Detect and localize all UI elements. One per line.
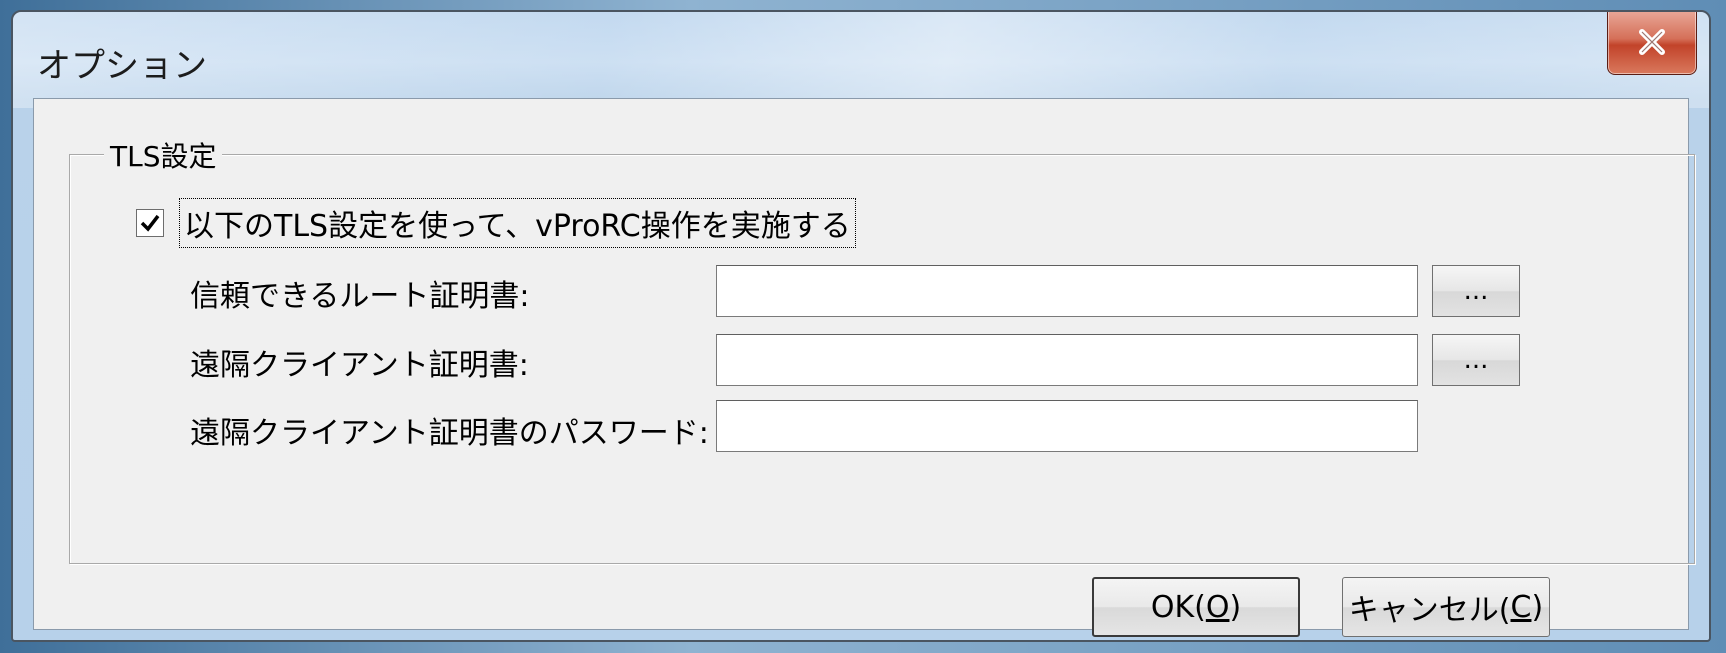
use-tls-checkbox-row[interactable]: 以下のTLS設定を使って、vProRC操作を実施する [136, 198, 856, 248]
close-icon [1639, 29, 1665, 55]
use-tls-checkbox-label[interactable]: 以下のTLS設定を使って、vProRC操作を実施する [179, 198, 856, 248]
cancel-button-suffix: ) [1531, 589, 1544, 625]
client-cert-password-field[interactable] [716, 400, 1418, 452]
cancel-button[interactable]: キャンセル(C) [1342, 577, 1550, 637]
ok-button-text: OK( [1150, 589, 1206, 625]
client-cert-label: 遠隔クライアント証明書: [190, 348, 529, 383]
client-cert-field[interactable] [716, 334, 1418, 386]
group-legend: TLS設定 [104, 135, 223, 175]
options-dialog: オプション TLS設定 以下のTLS設定を使って、vProRC操作を実施する 信… [11, 10, 1711, 642]
cancel-button-text: キャンセル( [1348, 593, 1511, 628]
dialog-title: オプション [37, 46, 207, 86]
trusted-root-cert-label: 信頼できるルート証明書: [190, 279, 530, 314]
cancel-button-mnemonic: C [1510, 589, 1532, 625]
client-cert-password-label: 遠隔クライアント証明書のパスワード: [190, 416, 709, 451]
use-tls-checkbox[interactable] [136, 209, 164, 237]
ok-button-mnemonic: O [1205, 589, 1230, 625]
close-button[interactable] [1607, 12, 1697, 75]
ok-button-suffix: ) [1229, 589, 1242, 625]
trusted-root-cert-browse-button[interactable]: ... [1432, 265, 1520, 317]
checkmark-icon [140, 214, 160, 232]
title-bar[interactable] [13, 12, 1709, 108]
trusted-root-cert-field[interactable] [716, 265, 1418, 317]
ok-button[interactable]: OK(O) [1092, 577, 1300, 637]
dialog-client-area: TLS設定 以下のTLS設定を使って、vProRC操作を実施する 信頼できるルー… [33, 98, 1695, 637]
client-cert-browse-button[interactable]: ... [1432, 334, 1520, 386]
